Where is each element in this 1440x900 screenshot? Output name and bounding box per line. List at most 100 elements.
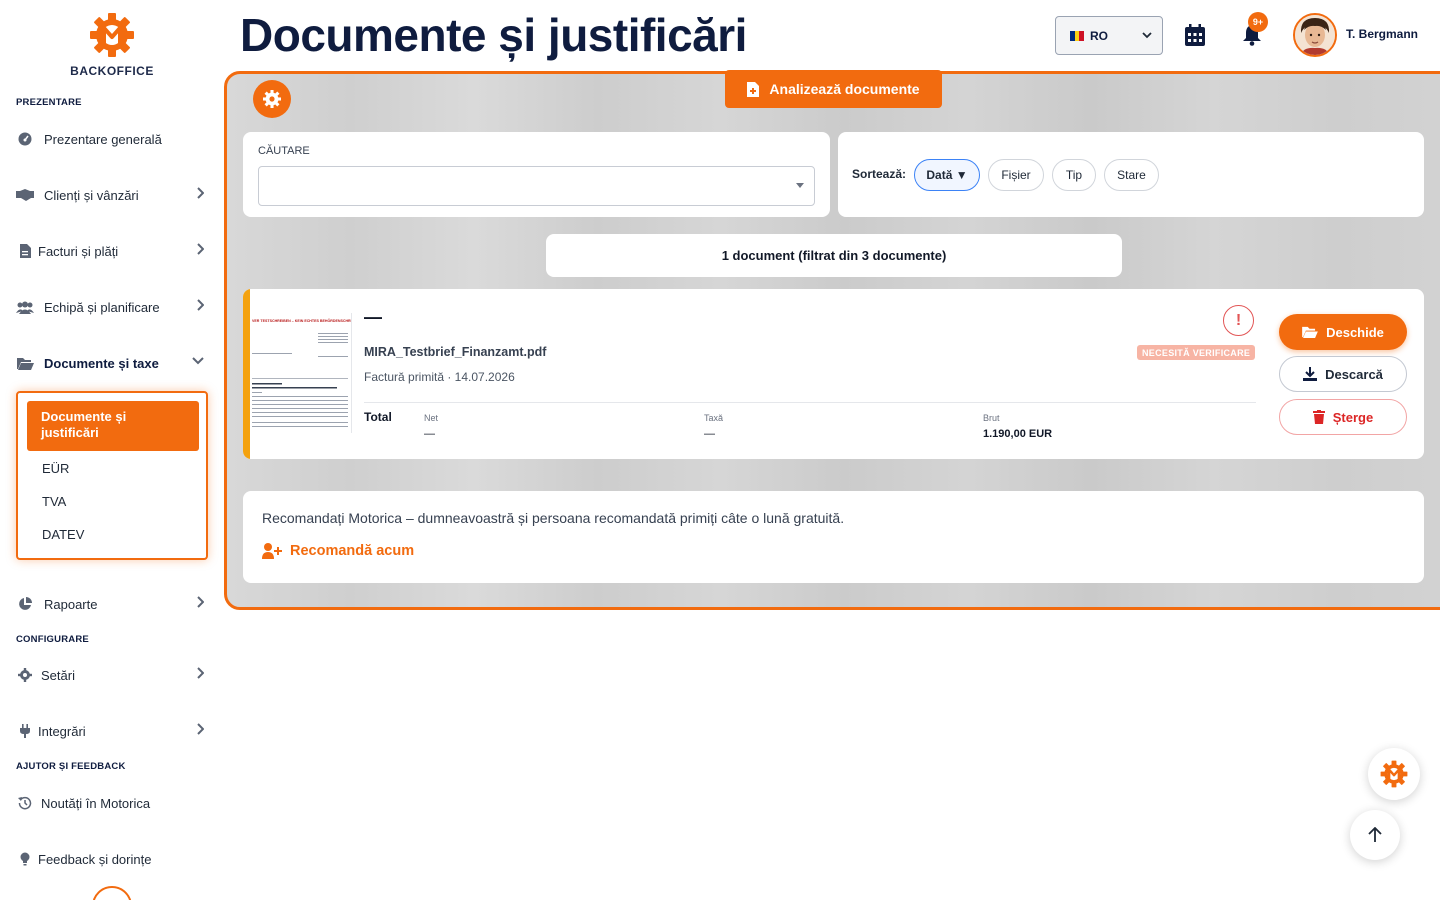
sidebar-item-label: Clienți și vânzări	[44, 187, 139, 203]
chevron-right-icon	[196, 243, 205, 258]
sidebar-item-label: Echipă și planificare	[44, 299, 160, 315]
chevron-right-icon	[196, 667, 205, 682]
download-label: Descarcă	[1325, 366, 1383, 382]
sidebar-item-reports[interactable]: Rapoarte	[16, 592, 208, 616]
sidebar-item-overview[interactable]: Prezentare generală	[16, 127, 208, 151]
document-card: VER TESTSCHREIBEN – KEIN ECHTES BEHÖRDEN…	[243, 289, 1424, 459]
submenu-item-tva[interactable]: TVA	[42, 494, 66, 509]
settings-button[interactable]	[253, 80, 291, 118]
assistant-button[interactable]	[1368, 748, 1420, 800]
sidebar-item-label: Integrări	[38, 723, 86, 739]
search-input[interactable]	[258, 166, 815, 206]
invoice-icon	[16, 243, 34, 259]
sidebar-item-label: Documente și taxe	[44, 355, 159, 371]
avatar[interactable]	[1293, 13, 1337, 57]
tax-label: Taxă	[704, 413, 724, 423]
sidebar-item-news[interactable]: Noutăți în Motorica	[16, 791, 208, 815]
delete-label: Șterge	[1332, 409, 1374, 425]
download-button[interactable]: Descarcă	[1279, 356, 1407, 392]
document-thumbnail[interactable]: VER TESTSCHREIBEN – KEIN ECHTES BEHÖRDEN…	[250, 313, 352, 433]
user-name[interactable]: T. Bergmann	[1346, 27, 1418, 41]
caret-down-icon	[796, 183, 804, 188]
sort-chip-status[interactable]: Stare	[1104, 159, 1159, 191]
sidebar-item-invoices[interactable]: Facturi și plăți	[16, 239, 208, 263]
page-title: Documente și justificări	[240, 9, 747, 61]
net-value: —	[424, 428, 435, 440]
section-label-config: CONFIGURARE	[16, 634, 89, 645]
scroll-top-button[interactable]	[1350, 810, 1400, 860]
logo-text: BACKOFFICE	[70, 64, 154, 78]
document-filename[interactable]: MIRA_Testbrief_Finanzamt.pdf	[364, 345, 546, 359]
lightbulb-icon	[16, 851, 34, 867]
open-button[interactable]: Deschide	[1279, 314, 1407, 350]
referral-link[interactable]: Recomandă acum	[262, 543, 414, 559]
analyze-documents-button[interactable]: Analizează documente	[725, 70, 942, 108]
sidebar-item-label: Rapoarte	[44, 596, 98, 612]
referral-text: Recomandați Motorica – dumneavoastră și …	[262, 510, 845, 526]
gauge-icon	[16, 131, 34, 147]
motorica-logo-icon	[1380, 760, 1408, 788]
referral-link-label: Recomandă acum	[290, 543, 415, 559]
trash-icon	[1312, 410, 1325, 424]
net-label: Net	[424, 413, 439, 423]
chevron-right-icon	[196, 187, 205, 202]
document-title: —	[364, 307, 382, 327]
app-logo[interactable]: BACKOFFICE	[60, 12, 164, 78]
sort-chip-date[interactable]: Dată ▼	[914, 159, 980, 191]
delete-button[interactable]: Șterge	[1279, 399, 1407, 435]
download-icon	[1303, 367, 1318, 381]
sidebar-bottom-button[interactable]	[92, 886, 132, 900]
tax-value: —	[704, 428, 715, 440]
results-count: 1 document (filtrat din 3 documente)	[546, 234, 1122, 277]
folder-open-icon	[1302, 326, 1318, 338]
status-stripe	[243, 289, 250, 459]
chevron-right-icon	[196, 299, 205, 314]
warning-icon: !	[1223, 305, 1254, 336]
submenu-item-documents-justifications[interactable]: Documente și justificări	[27, 401, 199, 451]
documents-submenu: Documente și justificări EÜR TVA DATEV	[16, 391, 208, 560]
plug-icon	[16, 723, 34, 739]
search-card: CĂUTARE	[243, 132, 830, 217]
status-badge: NECESITĂ VERIFICARE	[1137, 345, 1256, 360]
user-plus-icon	[262, 543, 282, 559]
sidebar: BACKOFFICE PREZENTARE Prezentare general…	[0, 0, 222, 900]
sort-chip-file[interactable]: Fișier	[988, 159, 1044, 191]
sidebar-item-settings[interactable]: Setări	[16, 663, 208, 687]
language-select[interactable]: RO	[1055, 16, 1163, 55]
gross-value: 1.190,00 EUR	[983, 428, 1053, 440]
section-label-help: AJUTOR ȘI FEEDBACK	[16, 761, 126, 772]
pie-chart-icon	[16, 596, 34, 612]
sidebar-item-team[interactable]: Echipă și planificare	[16, 295, 208, 319]
section-label-overview: PREZENTARE	[16, 97, 82, 108]
submenu-item-datev[interactable]: DATEV	[42, 527, 84, 542]
folder-open-icon	[16, 355, 34, 371]
divider	[364, 402, 1256, 403]
sort-card: Sortează: Dată ▼ Fișier Tip Stare	[838, 132, 1424, 217]
sidebar-item-label: Noutăți în Motorica	[41, 795, 151, 811]
calendar-icon[interactable]	[1185, 24, 1205, 51]
open-label: Deschide	[1326, 324, 1384, 340]
gear-icon	[263, 90, 281, 108]
chevron-right-icon	[196, 723, 205, 738]
submenu-item-eur[interactable]: EÜR	[42, 461, 69, 476]
file-plus-icon	[747, 81, 760, 97]
language-value: RO	[1090, 28, 1108, 43]
history-icon	[16, 795, 34, 811]
chevron-right-icon	[196, 596, 205, 611]
sidebar-item-feedback[interactable]: Feedback și dorințe	[16, 847, 208, 871]
romania-flag-icon	[1070, 30, 1085, 41]
team-icon	[16, 299, 34, 315]
referral-card: Recomandați Motorica – dumneavoastră și …	[243, 491, 1424, 583]
sidebar-item-integrations[interactable]: Integrări	[16, 719, 208, 743]
sort-chip-type[interactable]: Tip	[1052, 159, 1096, 191]
analyze-label: Analizează documente	[769, 81, 920, 97]
sidebar-item-clients[interactable]: Clienți și vânzări	[16, 183, 208, 207]
total-label: Total	[364, 410, 392, 424]
sidebar-item-documents[interactable]: Documente și taxe	[16, 351, 208, 375]
gross-label: Brut	[983, 413, 1000, 423]
sidebar-item-label: Facturi și plăți	[38, 243, 119, 259]
sidebar-item-label: Feedback și dorințe	[38, 851, 152, 867]
chevron-down-icon	[1142, 29, 1152, 43]
document-meta: Factură primită · 14.07.2026	[364, 370, 515, 384]
handshake-icon	[16, 187, 34, 203]
